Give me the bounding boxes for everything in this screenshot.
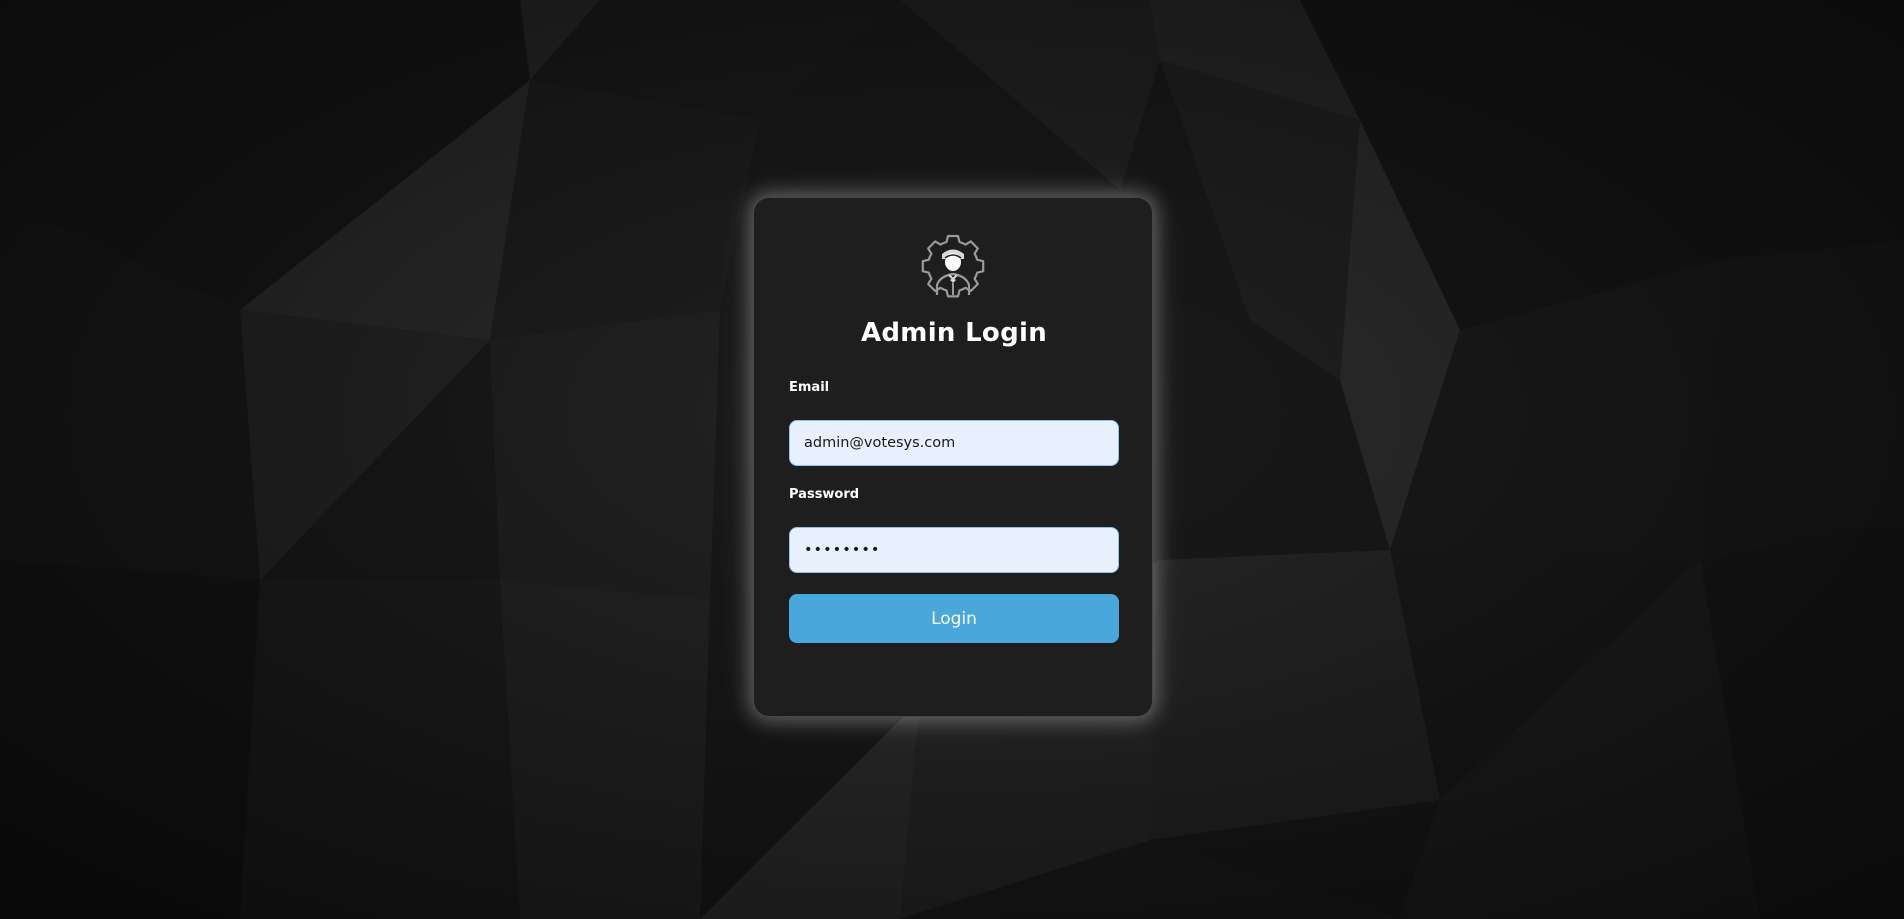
page-title: Admin Login (860, 318, 1048, 348)
email-label: Email (789, 380, 830, 395)
login-card: Admin Login Email Password Login (753, 197, 1153, 717)
password-input[interactable] (789, 527, 1119, 573)
email-input[interactable] (789, 420, 1119, 466)
password-label: Password (789, 487, 860, 502)
admin-gear-person-icon (920, 233, 986, 299)
login-button[interactable]: Login (789, 594, 1119, 643)
